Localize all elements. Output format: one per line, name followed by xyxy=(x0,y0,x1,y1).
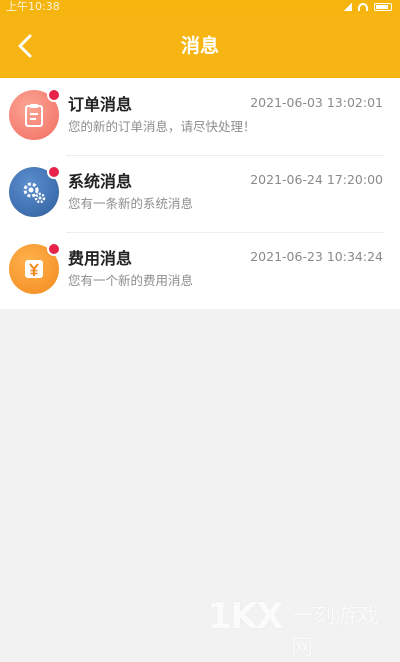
message-item-order[interactable]: 订单消息 您的新的订单消息，请尽快处理！ 2021-06-03 13:02:01 xyxy=(0,78,400,155)
status-icons xyxy=(344,2,392,12)
message-time: 2021-06-24 17:20:00 xyxy=(250,172,383,187)
message-title: 系统消息 xyxy=(68,172,133,191)
message-list: 订单消息 您的新的订单消息，请尽快处理！ 2021-06-03 13:02:01… xyxy=(0,78,400,309)
unread-dot xyxy=(47,242,61,256)
watermark-url: www.1kyx.com xyxy=(291,624,359,634)
message-item-fee[interactable]: 费用消息 您有一个新的费用消息 2021-06-23 10:34:24 xyxy=(0,232,400,309)
watermark: 1KX 一刻游戏网 www.1kyx.com xyxy=(207,596,392,661)
gears-icon xyxy=(23,182,46,204)
yen-icon xyxy=(25,260,43,278)
clipboard-icon xyxy=(25,104,43,127)
system-avatar xyxy=(9,165,61,217)
message-preview: 您的新的订单消息，请尽快处理！ xyxy=(68,119,256,134)
fee-avatar xyxy=(9,242,61,294)
message-title: 订单消息 xyxy=(68,95,133,114)
watermark-logo: 1KX xyxy=(207,596,284,637)
message-time: 2021-06-23 10:34:24 xyxy=(250,249,383,264)
message-time: 2021-06-03 13:02:01 xyxy=(250,95,383,110)
signal-icon xyxy=(344,3,352,11)
top-nav-bar: 消息 xyxy=(0,14,400,78)
message-preview: 您有一个新的费用消息 xyxy=(68,273,194,288)
message-title: 费用消息 xyxy=(68,249,133,268)
unread-dot xyxy=(47,165,61,179)
battery-icon xyxy=(374,3,392,11)
message-preview: 您有一条新的系统消息 xyxy=(68,196,194,211)
unread-dot xyxy=(47,88,61,102)
order-avatar xyxy=(9,88,61,140)
status-time: 上午10:38 xyxy=(6,0,60,13)
status-bar: 上午10:38 xyxy=(0,0,400,14)
wifi-icon xyxy=(358,3,368,11)
message-item-system[interactable]: 系统消息 您有一条新的系统消息 2021-06-24 17:20:00 xyxy=(0,155,400,232)
page-title: 消息 xyxy=(180,35,219,57)
